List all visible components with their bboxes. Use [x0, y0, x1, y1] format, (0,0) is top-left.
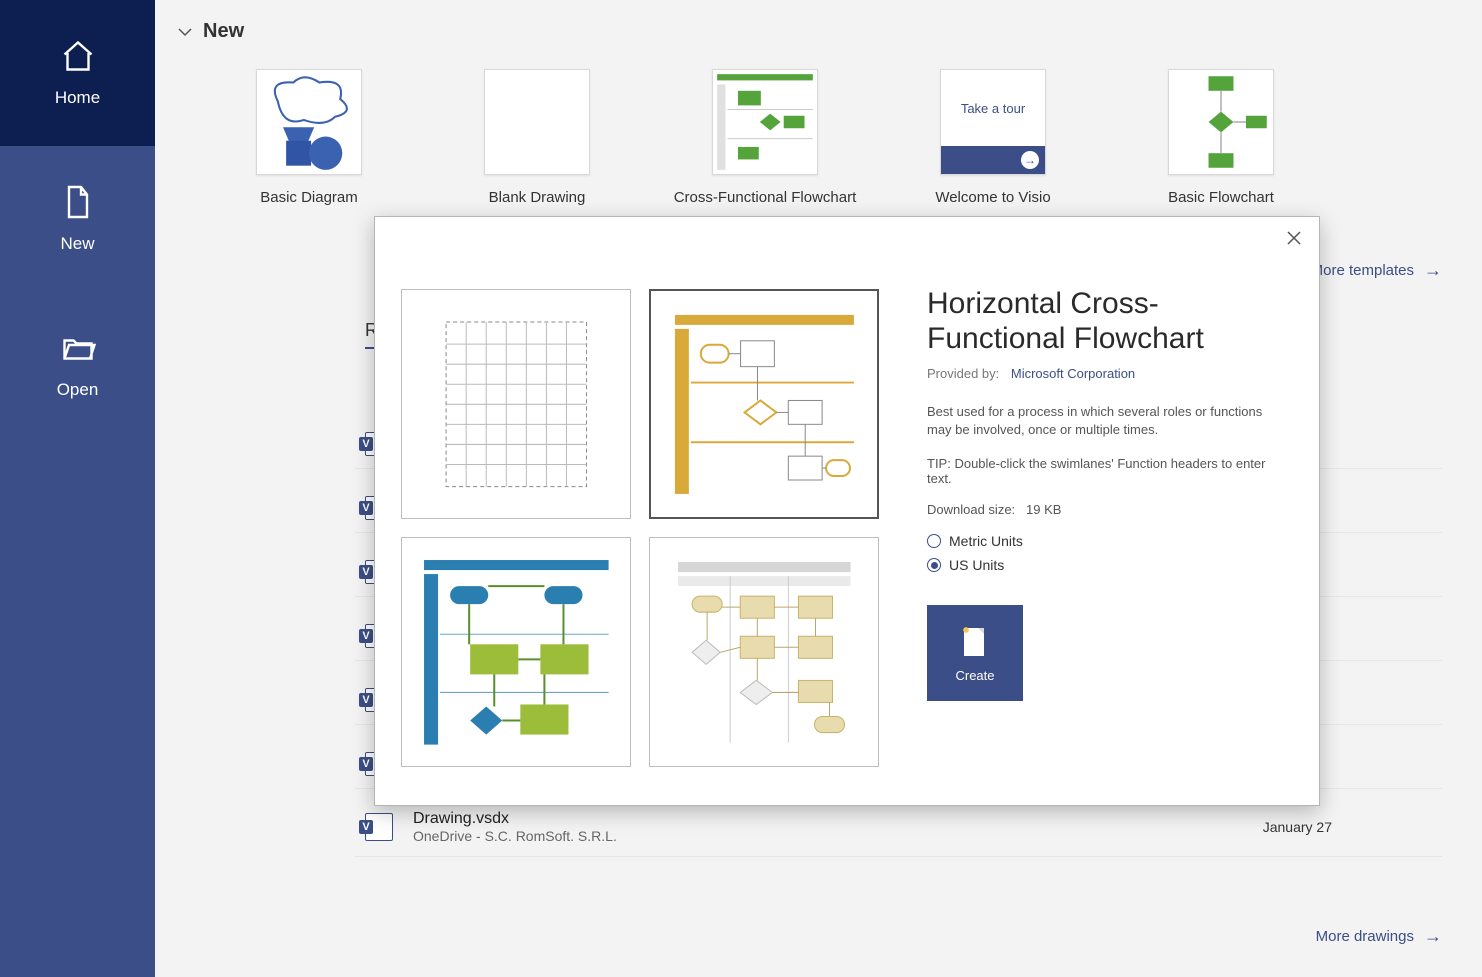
folder-open-icon [60, 330, 96, 366]
template-label: Basic Flowchart [1168, 189, 1274, 206]
download-size-value: 19 KB [1026, 502, 1061, 517]
arrow-right-icon [1424, 926, 1442, 947]
modal-tip: TIP: Double-click the swimlanes' Functio… [927, 456, 1277, 486]
template-label: Basic Diagram [260, 189, 358, 206]
sidebar: Home New Open [0, 0, 155, 977]
recent-file-path: OneDrive - S.C. RomSoft. S.R.L. [413, 828, 617, 844]
radio-metric-units[interactable]: Metric Units [927, 533, 1277, 549]
sidebar-item-label: Open [57, 380, 99, 400]
cff-thumb-icon [713, 70, 817, 174]
variant-grey-vertical[interactable] [649, 537, 879, 767]
recent-file-date: January 27 [1263, 819, 1332, 835]
basic-flowchart-thumb-icon [1169, 70, 1273, 174]
close-button[interactable] [1283, 227, 1305, 249]
template-label: Blank Drawing [489, 189, 586, 206]
tour-text: Take a tour [941, 70, 1045, 146]
templates-row: Basic Diagram Blank Drawing [155, 43, 1482, 206]
create-button[interactable]: Create [927, 605, 1023, 701]
visio-file-icon [365, 813, 393, 841]
variant-horizontal-yellow[interactable] [649, 289, 879, 519]
template-cross-functional-flowchart[interactable]: Cross-Functional Flowchart [651, 69, 879, 206]
section-title: New [203, 20, 244, 43]
create-label: Create [955, 668, 994, 683]
close-icon [1287, 231, 1301, 245]
more-templates-label: More templates [1311, 262, 1414, 279]
arrow-circle-icon: → [1021, 151, 1039, 169]
modal-description: Best used for a process in which several… [927, 403, 1267, 438]
template-preview-modal: Horizontal Cross-Functional Flowchart Pr… [374, 216, 1320, 806]
more-templates-link[interactable]: More templates [1311, 260, 1442, 281]
radio-icon [927, 558, 941, 572]
template-basic-flowchart[interactable]: Basic Flowchart [1107, 69, 1335, 206]
template-welcome-to-visio[interactable]: Take a tour → Welcome to Visio [879, 69, 1107, 206]
recent-file-row[interactable]: Drawing.vsdx OneDrive - S.C. RomSoft. S.… [355, 798, 1442, 857]
more-drawings-link[interactable]: More drawings [1316, 926, 1442, 947]
template-label: Welcome to Visio [935, 189, 1050, 206]
modal-title: Horizontal Cross-Functional Flowchart [927, 287, 1277, 356]
radio-icon [927, 534, 941, 548]
radio-us-units[interactable]: US Units [927, 557, 1277, 573]
download-size-label: Download size: [927, 502, 1015, 517]
sidebar-item-open[interactable]: Open [0, 292, 155, 438]
radio-label: US Units [949, 557, 1004, 573]
provided-by-value[interactable]: Microsoft Corporation [1011, 366, 1135, 381]
recent-file-name: Drawing.vsdx [413, 810, 617, 828]
arrow-right-icon [1424, 260, 1442, 281]
radio-label: Metric Units [949, 533, 1023, 549]
home-icon [60, 38, 96, 74]
new-document-icon [960, 624, 990, 660]
more-drawings-label: More drawings [1316, 928, 1414, 945]
document-icon [60, 184, 96, 220]
sidebar-item-new[interactable]: New [0, 146, 155, 292]
basic-diagram-thumb-icon [257, 70, 361, 174]
sidebar-item-label: New [60, 234, 94, 254]
sidebar-item-label: Home [55, 88, 100, 108]
template-variant-grid [401, 289, 879, 789]
section-header-new[interactable]: New [155, 0, 1482, 43]
units-radio-group: Metric Units US Units [927, 533, 1277, 573]
variant-colorful-green-blue[interactable] [401, 537, 631, 767]
variant-vertical-basic[interactable] [401, 289, 631, 519]
provided-by-label: Provided by: [927, 366, 999, 381]
sidebar-item-home[interactable]: Home [0, 0, 155, 146]
template-label: Cross-Functional Flowchart [674, 189, 857, 206]
chevron-down-icon [177, 24, 193, 40]
template-basic-diagram[interactable]: Basic Diagram [195, 69, 423, 206]
template-blank-drawing[interactable]: Blank Drawing [423, 69, 651, 206]
